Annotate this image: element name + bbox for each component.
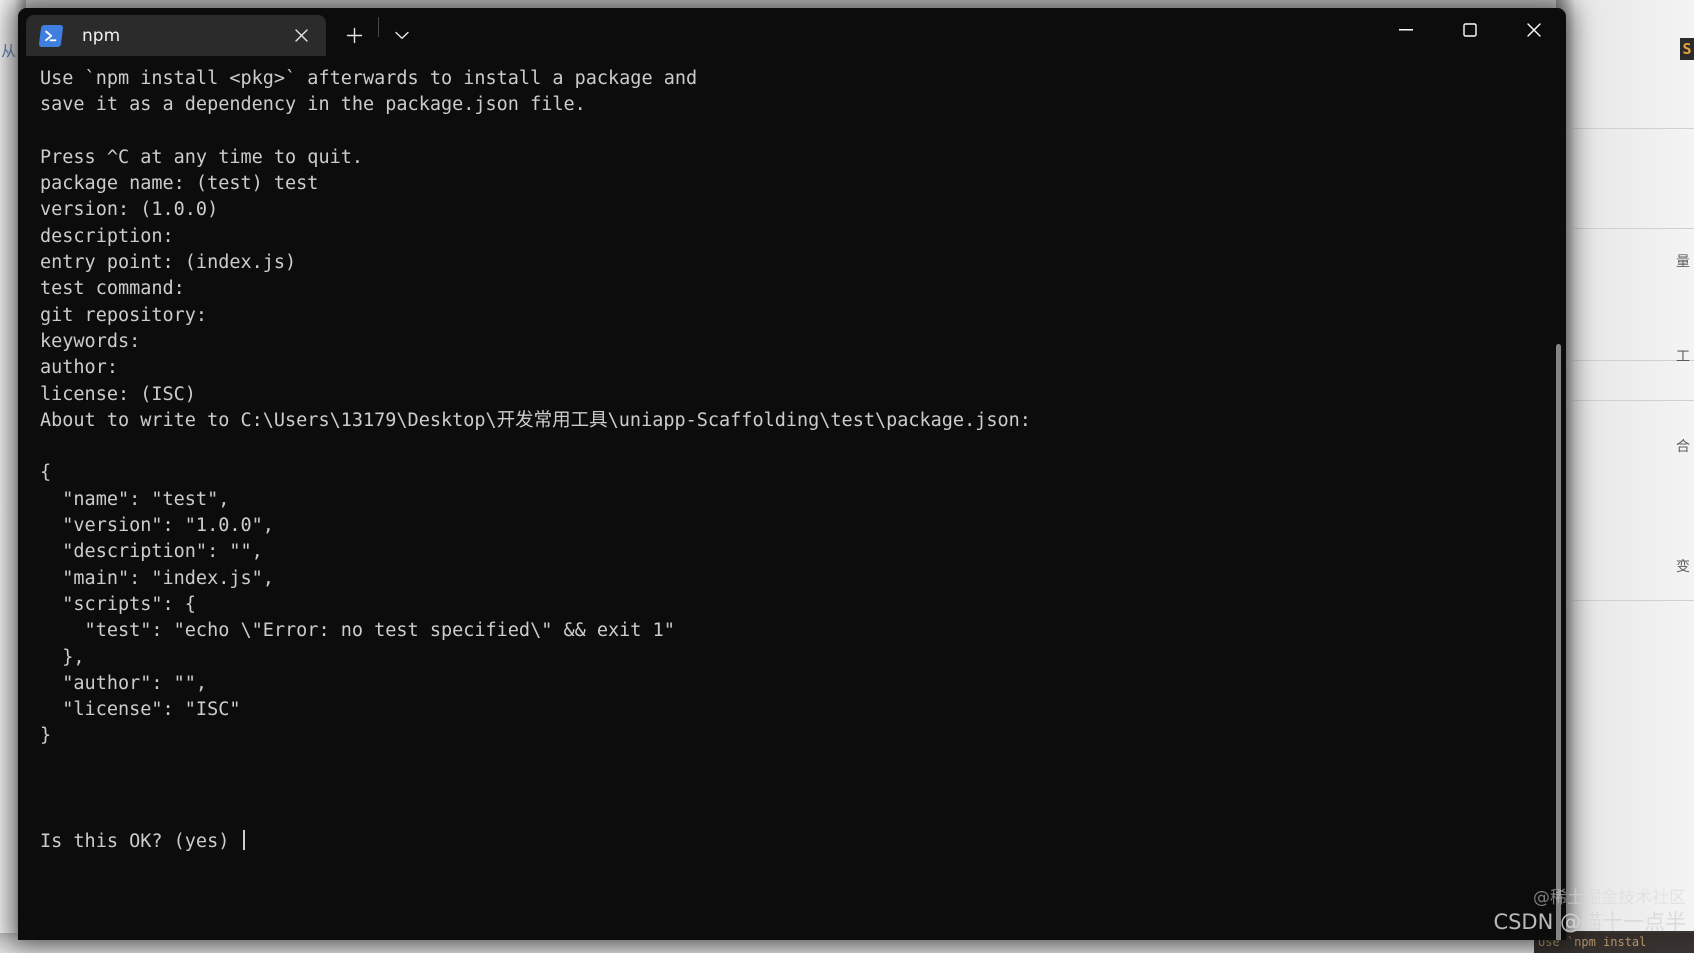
tab-strip: npm <box>18 8 421 56</box>
minimize-button[interactable] <box>1374 8 1438 52</box>
chevron-down-icon[interactable] <box>383 15 421 56</box>
background-right-glyph: 变 <box>1676 559 1690 575</box>
powershell-icon <box>38 24 64 47</box>
tab-title: npm <box>82 25 121 46</box>
background-orange-chip: S <box>1680 38 1694 60</box>
background-rule <box>1566 360 1694 361</box>
background-right-panel: S 量 工 合 变 <box>1556 0 1694 953</box>
background-right-glyph: 合 <box>1676 439 1690 455</box>
tab-close-icon[interactable] <box>284 19 318 53</box>
tab-separator <box>378 17 379 37</box>
tab-npm[interactable]: npm <box>26 15 326 56</box>
background-right-glyph: 工 <box>1676 349 1690 365</box>
background-rule <box>1566 128 1694 129</box>
background-rule <box>1566 228 1694 229</box>
new-tab-button[interactable] <box>334 15 374 56</box>
text-cursor <box>243 829 246 850</box>
close-button[interactable] <box>1502 8 1566 52</box>
terminal-text: Use `npm install <pkg>` afterwards to in… <box>40 68 1031 852</box>
terminal-output-area[interactable]: Use `npm install <pkg>` afterwards to in… <box>18 56 1566 940</box>
terminal-window: npm Use `npm install <pkg>` afterwards t… <box>18 8 1566 940</box>
scrollbar-thumb[interactable] <box>1556 344 1561 940</box>
terminal-prompt-line: Is this OK? (yes) <box>40 830 241 852</box>
background-left-glyph: 从 <box>1 42 17 60</box>
scrollbar-track[interactable] <box>1554 104 1564 940</box>
window-controls <box>1374 8 1566 52</box>
title-bar: npm <box>18 8 1566 56</box>
maximize-button[interactable] <box>1438 8 1502 52</box>
background-right-glyph: 量 <box>1676 254 1690 270</box>
background-rule <box>1566 600 1694 601</box>
background-rule <box>1566 400 1694 401</box>
